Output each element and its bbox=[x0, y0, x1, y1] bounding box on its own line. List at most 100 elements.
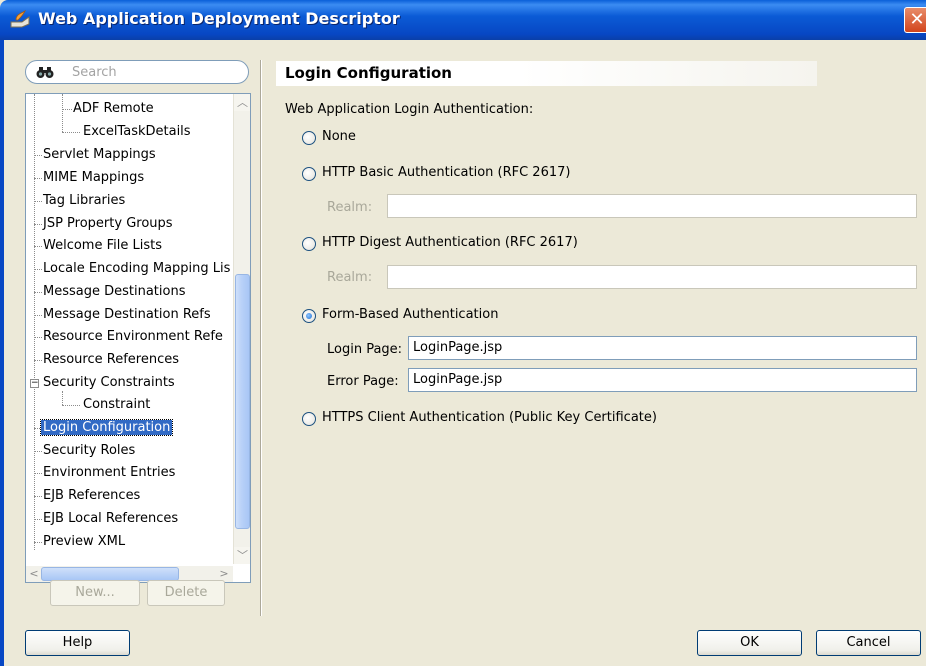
tree-item-label: Locale Encoding Mapping Lis bbox=[43, 261, 231, 276]
scroll-thumb-horizontal[interactable] bbox=[41, 567, 179, 581]
tree-connector bbox=[34, 201, 42, 202]
close-button[interactable]: ✕ bbox=[904, 7, 926, 33]
tree-item-tag-libraries[interactable]: Tag Libraries bbox=[43, 191, 125, 211]
login-page-label: Login Page: bbox=[327, 342, 403, 357]
close-icon: ✕ bbox=[909, 9, 925, 30]
tree-item-label: Servlet Mappings bbox=[43, 147, 156, 162]
tree-item-servlet-mappings[interactable]: Servlet Mappings bbox=[43, 145, 156, 165]
help-button[interactable]: Help bbox=[25, 630, 130, 656]
radio-http-digest[interactable] bbox=[302, 237, 316, 251]
tree-guide-line bbox=[62, 94, 63, 132]
tree-item-login-configuration[interactable]: Login Configuration bbox=[39, 418, 174, 438]
radio-form-based[interactable] bbox=[302, 309, 316, 323]
collapse-icon[interactable]: − bbox=[30, 379, 39, 388]
tree-item-security-roles[interactable]: Security Roles bbox=[43, 441, 135, 461]
tree-item-jsp-property-groups[interactable]: JSP Property Groups bbox=[43, 214, 173, 234]
tree-connector bbox=[34, 360, 42, 361]
tree-item-security-constraints[interactable]: Security Constraints bbox=[43, 373, 175, 393]
tree-connector bbox=[34, 337, 42, 338]
tree-guide-line bbox=[62, 391, 63, 405]
tree-item-label: Security Constraints bbox=[43, 375, 175, 390]
scroll-down-icon[interactable]: ﹀ bbox=[234, 547, 250, 564]
tree-connector bbox=[34, 315, 42, 316]
ok-button[interactable]: OK bbox=[697, 630, 802, 656]
tree-item-resource-references[interactable]: Resource References bbox=[43, 350, 179, 370]
tree-item-exceltaskdetails[interactable]: ExcelTaskDetails bbox=[83, 122, 191, 142]
tree-item-label: JSP Property Groups bbox=[43, 216, 173, 231]
tree-connector bbox=[34, 246, 42, 247]
tree-item-ejb-references[interactable]: EJB References bbox=[43, 486, 140, 506]
auth-group-label: Web Application Login Authentication: bbox=[285, 102, 534, 117]
radio-none[interactable] bbox=[302, 131, 316, 145]
app-icon bbox=[10, 9, 30, 28]
search-input[interactable] bbox=[72, 63, 242, 81]
navigation-tree[interactable]: − ADF Remote ExcelTaskDetails Servlet Ma… bbox=[25, 93, 251, 583]
tree-item-welcome-file-lists[interactable]: Welcome File Lists bbox=[43, 236, 162, 256]
window-border bbox=[0, 40, 4, 666]
tree-item-message-destinations[interactable]: Message Destinations bbox=[43, 282, 185, 302]
radio-https-client[interactable] bbox=[302, 412, 316, 426]
tree-item-label: ADF Remote bbox=[73, 101, 154, 116]
title-bar[interactable]: Web Application Deployment Descriptor ✕ bbox=[0, 0, 926, 40]
tree-item-mime-mappings[interactable]: MIME Mappings bbox=[43, 168, 144, 188]
tree-item-ejb-local-references[interactable]: EJB Local References bbox=[43, 509, 178, 529]
digest-realm-label: Realm: bbox=[327, 270, 373, 285]
tree-item-label: Message Destinations bbox=[43, 284, 186, 299]
tree-item-adf-remote[interactable]: ADF Remote bbox=[73, 99, 154, 119]
new-button-label: New... bbox=[75, 585, 115, 600]
tree-vertical-scrollbar[interactable]: ︿ ﹀ bbox=[233, 94, 250, 564]
tree-connector bbox=[34, 451, 42, 452]
tree-item-label: Preview XML bbox=[43, 534, 126, 549]
panel-splitter[interactable] bbox=[260, 60, 262, 616]
radio-http-basic[interactable] bbox=[302, 167, 316, 181]
tree-item-label: Welcome File Lists bbox=[43, 238, 162, 253]
help-button-label: Help bbox=[62, 635, 93, 650]
tree-connector bbox=[34, 155, 42, 156]
tree-item-label: EJB Local References bbox=[43, 511, 179, 526]
window-title: Web Application Deployment Descriptor bbox=[38, 9, 400, 28]
tree-item-label: Resource Environment Refe bbox=[43, 329, 223, 344]
tree-item-locale-encoding-mapping[interactable]: Locale Encoding Mapping Lis bbox=[43, 259, 230, 279]
tree-item-label: EJB References bbox=[43, 488, 141, 503]
cancel-button-label: Cancel bbox=[846, 635, 891, 650]
tree-connector bbox=[34, 224, 42, 225]
delete-button-label: Delete bbox=[164, 585, 208, 600]
binoculars-icon bbox=[36, 67, 54, 78]
tree-item-label: MIME Mappings bbox=[43, 170, 145, 185]
dialog-window: Web Application Deployment Descriptor ✕ bbox=[0, 0, 926, 666]
tree-connector bbox=[62, 405, 80, 406]
tree-item-label: Tag Libraries bbox=[43, 193, 126, 208]
tree-guide-line bbox=[34, 94, 35, 550]
tree-connector bbox=[62, 132, 80, 133]
basic-realm-field[interactable] bbox=[387, 194, 917, 218]
radio-http-digest-label[interactable]: HTTP Digest Authentication (RFC 2617) bbox=[322, 235, 578, 250]
radio-form-based-label[interactable]: Form-Based Authentication bbox=[322, 307, 498, 322]
tree-item-constraint[interactable]: Constraint bbox=[83, 395, 150, 415]
radio-http-basic-label[interactable]: HTTP Basic Authentication (RFC 2617) bbox=[322, 165, 570, 180]
cancel-button[interactable]: Cancel bbox=[816, 630, 921, 656]
tree-connector bbox=[34, 496, 42, 497]
tree-connector bbox=[62, 109, 72, 110]
tree-connector bbox=[34, 269, 42, 270]
delete-button[interactable]: Delete bbox=[147, 580, 225, 606]
scroll-up-icon[interactable]: ︿ bbox=[234, 94, 250, 111]
new-button[interactable]: New... bbox=[50, 580, 140, 606]
radio-https-client-label[interactable]: HTTPS Client Authentication (Public Key … bbox=[322, 410, 657, 425]
tree-item-resource-environment-refs[interactable]: Resource Environment Refe bbox=[43, 327, 223, 347]
search-box[interactable] bbox=[25, 60, 249, 84]
tree-item-preview-xml[interactable]: Preview XML bbox=[43, 532, 125, 552]
tree-item-label: Resource References bbox=[43, 352, 179, 367]
scroll-thumb[interactable] bbox=[235, 274, 250, 529]
tree-item-label: Login Configuration bbox=[39, 419, 174, 436]
login-page-field[interactable]: LoginPage.jsp bbox=[408, 336, 917, 360]
scroll-left-icon[interactable]: < bbox=[26, 566, 42, 582]
tree-item-message-destination-refs[interactable]: Message Destination Refs bbox=[43, 305, 211, 325]
page-title: Login Configuration bbox=[285, 64, 452, 82]
tree-connector bbox=[34, 519, 42, 520]
digest-realm-field[interactable] bbox=[387, 265, 917, 289]
tree-item-environment-entries[interactable]: Environment Entries bbox=[43, 463, 175, 483]
error-page-label: Error Page: bbox=[327, 374, 399, 389]
radio-none-label[interactable]: None bbox=[322, 129, 356, 144]
error-page-field[interactable]: LoginPage.jsp bbox=[408, 368, 917, 392]
tree-item-label: ExcelTaskDetails bbox=[83, 124, 191, 139]
